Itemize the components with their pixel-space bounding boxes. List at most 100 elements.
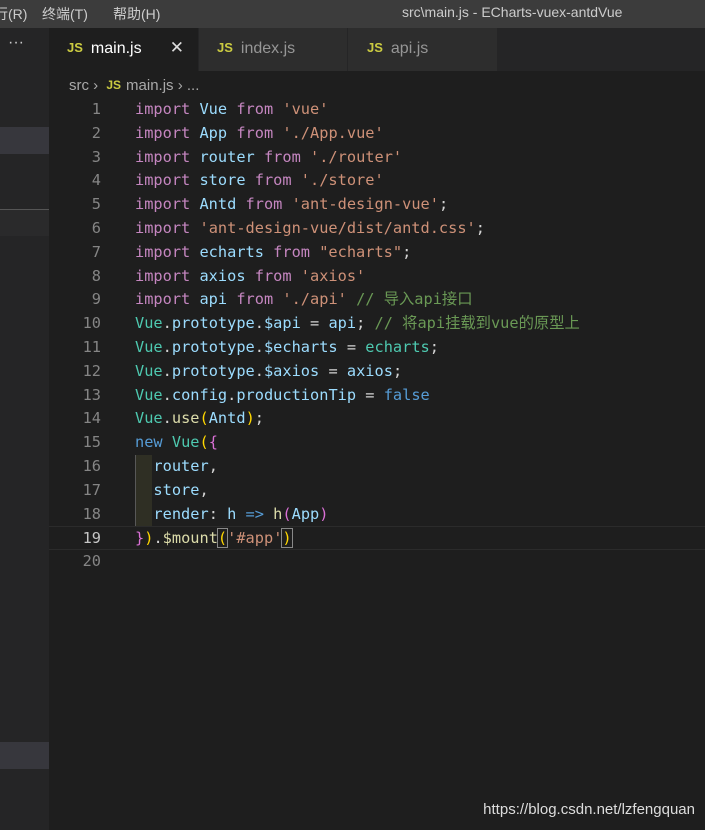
code-line[interactable]: 5 import Antd from 'ant-design-vue'; xyxy=(49,193,705,217)
code-line[interactable]: 12 Vue.prototype.$axios = axios; xyxy=(49,360,705,384)
code-token: import xyxy=(135,242,191,261)
code-line[interactable]: 13 Vue.config.productionTip = false xyxy=(49,384,705,408)
code-token: prototype xyxy=(171,337,255,356)
code-line[interactable]: 10 Vue.prototype.$api = api; // 将api挂载到vu… xyxy=(49,312,705,336)
code-token: echarts xyxy=(190,242,274,261)
code-token: ( xyxy=(282,504,292,523)
code-line[interactable]: 2 import App from './App.vue' xyxy=(49,122,705,146)
line-code: import axios from 'axios' xyxy=(135,265,365,289)
line-code: import router from './router' xyxy=(135,146,402,170)
code-token: { xyxy=(208,433,218,452)
code-line[interactable]: 3 import router from './router' xyxy=(49,146,705,170)
line-number: 2 xyxy=(91,123,101,142)
line-number: 4 xyxy=(91,171,101,190)
line-number: 1 xyxy=(91,100,101,118)
tab-label: main.js xyxy=(90,40,142,57)
code-line[interactable]: 18 render: h => h(App) xyxy=(49,502,705,527)
line-code: import Antd from 'ant-design-vue'; xyxy=(135,193,448,217)
code-token: productionTip xyxy=(236,385,357,404)
code-line[interactable]: 11 Vue.prototype.$echarts = echarts; xyxy=(49,336,705,360)
code-token: // 导入api接口 xyxy=(346,290,473,309)
code-token: use xyxy=(171,409,200,428)
line-code: Vue.config.productionTip = false xyxy=(135,384,430,408)
code-token: false xyxy=(383,385,430,404)
code-token: , xyxy=(199,480,209,499)
code-line[interactable]: 4 import store from './store' xyxy=(49,169,705,193)
line-number: 13 xyxy=(82,385,101,404)
menu-terminal[interactable]: 终端(T) xyxy=(42,4,88,24)
code-token: . xyxy=(162,409,172,428)
breadcrumb-file[interactable]: main.js xyxy=(126,77,174,94)
code-line[interactable]: 7 import echarts from "echarts"; xyxy=(49,241,705,265)
sidebar-section-header[interactable] xyxy=(0,209,49,236)
code-token: "echarts" xyxy=(319,242,403,261)
code-token: h xyxy=(227,504,237,523)
code-token: config xyxy=(171,385,228,404)
code-token: Vue xyxy=(135,385,163,404)
breadcrumb: src › JS main.js › ... xyxy=(69,77,199,94)
code-token: ( xyxy=(199,409,209,428)
tab-api-js[interactable]: JS api.js xyxy=(348,28,498,71)
menu-run[interactable]: 行(R) xyxy=(0,4,27,24)
code-token: prototype xyxy=(171,314,255,333)
more-icon[interactable]: ··· xyxy=(8,34,24,52)
code-line[interactable]: 1 import Vue from 'vue' xyxy=(49,98,705,122)
code-token: ( xyxy=(216,528,229,549)
code-line[interactable]: 16 router, xyxy=(49,454,705,479)
code-token: Antd xyxy=(208,409,246,428)
code-token: 'vue' xyxy=(282,100,329,118)
breadcrumb-symbols[interactable]: ... xyxy=(187,77,200,94)
code-token: Vue xyxy=(135,361,163,380)
window-title: src\main.js - ECharts-vuex-antdVue xyxy=(402,4,623,20)
code-token: Vue xyxy=(190,100,237,118)
code-token: ; xyxy=(254,409,264,428)
code-line[interactable]: 8 import axios from 'axios' xyxy=(49,265,705,289)
tab-label: api.js xyxy=(390,40,429,57)
code-token: from xyxy=(263,147,301,166)
chevron-right-icon: › xyxy=(177,77,183,94)
sidebar-selected-item[interactable] xyxy=(0,127,49,154)
code-token: 'ant-design-vue' xyxy=(291,195,439,214)
code-token: import xyxy=(135,195,191,214)
code-line[interactable]: 6 import 'ant-design-vue/dist/antd.css'; xyxy=(49,217,705,241)
code-token: Vue xyxy=(135,337,163,356)
sidebar-item[interactable] xyxy=(0,742,49,769)
code-token: api xyxy=(328,314,357,333)
breadcrumb-folder[interactable]: src xyxy=(69,77,89,94)
line-code: import store from './store' xyxy=(135,169,384,193)
code-token: from xyxy=(236,123,274,142)
menu-help[interactable]: 帮助(H) xyxy=(113,4,160,24)
code-token: ; xyxy=(438,195,449,214)
code-line[interactable]: 14 Vue.use(Antd); xyxy=(49,407,705,431)
tab-main-js[interactable]: JS main.js ✕ xyxy=(49,28,199,71)
code-editor[interactable]: 1 import Vue from 'vue' 2 import App from '… xyxy=(49,98,705,574)
code-line[interactable]: 9 import api from './api' // 导入api接口 xyxy=(49,288,705,312)
code-token: . xyxy=(162,314,172,333)
code-token: : xyxy=(208,504,228,523)
code-token: from xyxy=(254,266,292,285)
code-token: import xyxy=(135,218,191,237)
code-line[interactable]: 20 xyxy=(49,550,705,574)
code-token: $echarts xyxy=(263,337,338,356)
tab-index-js[interactable]: JS index.js xyxy=(199,28,348,71)
code-token: store xyxy=(153,480,200,499)
chevron-right-icon: › xyxy=(93,77,99,94)
code-line[interactable]: 17 store, xyxy=(49,478,705,503)
code-token: import xyxy=(135,171,191,190)
code-token: Vue xyxy=(135,314,163,333)
code-token: './store' xyxy=(300,171,384,190)
code-token: from xyxy=(236,290,274,309)
close-icon[interactable]: ✕ xyxy=(170,38,184,58)
code-token: . xyxy=(162,385,172,404)
code-token: . xyxy=(254,314,264,333)
line-code: import App from './App.vue' xyxy=(135,122,384,146)
code-token: } xyxy=(135,529,145,548)
code-line[interactable]: 15 new Vue({ xyxy=(49,431,705,455)
code-line[interactable]: 19}).$mount('#app') xyxy=(49,526,705,551)
